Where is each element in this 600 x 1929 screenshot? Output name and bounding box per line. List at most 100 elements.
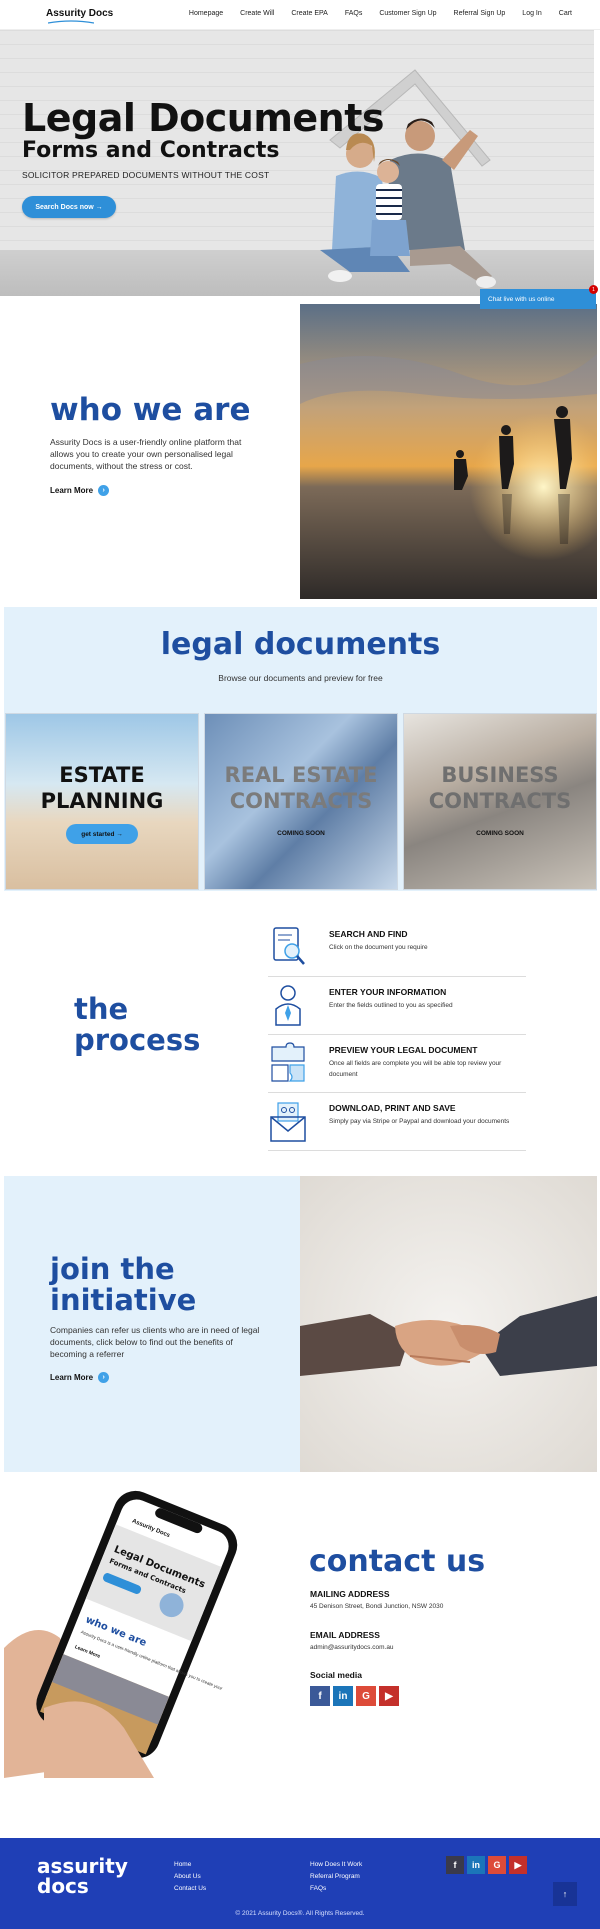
card-title-line: REAL ESTATE xyxy=(224,763,378,787)
footer-link-referral[interactable]: Referral Program xyxy=(310,1873,362,1880)
back-to-top-button[interactable]: ↑ xyxy=(553,1882,577,1906)
footer-link-about[interactable]: About Us xyxy=(174,1873,206,1880)
legal-documents-section: legal documents Browse our documents and… xyxy=(4,607,597,891)
get-started-button[interactable]: get started → xyxy=(66,824,138,844)
step-heading: PREVIEW YOUR LEGAL DOCUMENT xyxy=(329,1045,478,1055)
process-step-search: SEARCH AND FIND Click on the document yo… xyxy=(268,919,526,977)
nav-log-in[interactable]: Log In xyxy=(522,10,541,17)
step-text: Click on the document you require xyxy=(329,944,428,951)
linkedin-icon[interactable]: in xyxy=(333,1686,353,1706)
social-media-heading: Social media xyxy=(310,1670,362,1680)
join-heading: join the initiative xyxy=(50,1254,196,1316)
site-header: Assurity Docs Homepage Create Will Creat… xyxy=(0,0,600,30)
nav-homepage[interactable]: Homepage xyxy=(189,10,223,17)
facebook-icon[interactable]: f xyxy=(446,1856,464,1874)
footer-link-contact[interactable]: Contact Us xyxy=(174,1885,206,1892)
join-text: Companies can refer us clients who are i… xyxy=(50,1325,260,1359)
step-text: Simply pay via Stripe or Paypal and down… xyxy=(329,1118,510,1125)
card-title: BUSINESS CONTRACTS xyxy=(404,762,596,814)
process-heading-line: the xyxy=(74,992,129,1026)
process-heading: the process xyxy=(74,994,200,1056)
card-title-line: ESTATE xyxy=(59,763,145,787)
contact-social-links: f in G ▶ xyxy=(310,1686,399,1706)
step-heading: ENTER YOUR INFORMATION xyxy=(329,987,447,997)
card-estate-planning[interactable]: ESTATE PLANNING get started → xyxy=(5,713,199,890)
logo-swoosh-icon xyxy=(48,20,94,24)
join-learn-more-link[interactable]: Learn More › xyxy=(50,1372,110,1383)
footer-link-how-it-works[interactable]: How Does It Work xyxy=(310,1861,362,1868)
step-heading: SEARCH AND FIND xyxy=(329,929,408,939)
google-icon[interactable]: G xyxy=(488,1856,506,1874)
main-nav: Homepage Create Will Create EPA FAQs Cus… xyxy=(172,10,572,17)
hero-banner: Legal Documents Forms and Contracts SOLI… xyxy=(0,30,594,296)
linkedin-icon[interactable]: in xyxy=(467,1856,485,1874)
mailing-address-value: 45 Denison Street, Bondi Junction, NSW 2… xyxy=(310,1603,444,1610)
step-text: Once all fields are complete you will be… xyxy=(329,1060,502,1078)
envelope-icon xyxy=(270,1102,306,1142)
search-docs-button[interactable]: Search Docs now → xyxy=(22,196,116,218)
nav-cart[interactable]: Cart xyxy=(559,10,572,17)
learn-more-label: Learn More xyxy=(50,486,94,495)
youtube-icon[interactable]: ▶ xyxy=(509,1856,527,1874)
process-step-preview: PREVIEW YOUR LEGAL DOCUMENT Once all fie… xyxy=(268,1035,526,1093)
who-we-are-heading: who we are xyxy=(50,392,251,428)
email-address-value[interactable]: admin@assuritydocs.com.au xyxy=(310,1644,394,1651)
footer-social-links: f in G ▶ xyxy=(446,1856,527,1874)
hero-subtitle: Forms and Contracts xyxy=(22,138,280,163)
legal-documents-subtitle: Browse our documents and preview for fre… xyxy=(218,673,383,683)
join-initiative-section: join the initiative Companies can refer … xyxy=(4,1176,300,1472)
process-heading-line: process xyxy=(74,1023,201,1057)
phone-mockup-image: Assurity Docs Legal Documents Forms and … xyxy=(4,1490,238,1778)
site-logo[interactable]: Assurity Docs xyxy=(46,8,113,19)
process-step-enter: ENTER YOUR INFORMATION Enter the fields … xyxy=(268,977,526,1035)
handshake-photo xyxy=(300,1176,597,1472)
nav-referral-sign-up[interactable]: Referral Sign Up xyxy=(454,10,506,17)
card-title-line: PLANNING xyxy=(40,789,164,813)
footer-link-home[interactable]: Home xyxy=(174,1861,206,1868)
footer-logo[interactable]: assurity docs xyxy=(37,1856,128,1896)
card-title-line: CONTRACTS xyxy=(229,789,373,813)
card-title-line: BUSINESS xyxy=(441,763,559,787)
contact-heading: contact us xyxy=(309,1544,486,1579)
join-heading-line: initiative xyxy=(50,1283,197,1317)
nav-faqs[interactable]: FAQs xyxy=(345,10,363,17)
mailing-address-heading: MAILING ADDRESS xyxy=(310,1589,390,1599)
coming-soon-label: COMING SOON xyxy=(476,830,524,837)
search-document-icon xyxy=(273,927,305,965)
footer-link-faqs[interactable]: FAQs xyxy=(310,1885,362,1892)
nav-create-epa[interactable]: Create EPA xyxy=(291,10,327,17)
footer-logo-line: assurity xyxy=(37,1854,128,1878)
learn-more-label: Learn More xyxy=(50,1373,94,1382)
process-step-download: DOWNLOAD, PRINT AND SAVE Simply pay via … xyxy=(268,1093,526,1151)
who-learn-more-link[interactable]: Learn More › xyxy=(50,485,110,496)
card-real-estate-contracts[interactable]: REAL ESTATE CONTRACTS COMING SOON xyxy=(204,713,398,890)
nav-create-will[interactable]: Create Will xyxy=(240,10,274,17)
footer-links-col-2: How Does It Work Referral Program FAQs xyxy=(310,1861,362,1892)
card-title-line: CONTRACTS xyxy=(428,789,572,813)
google-icon[interactable]: G xyxy=(356,1686,376,1706)
who-we-are-text: Assurity Docs is a user-friendly online … xyxy=(50,437,242,471)
nav-customer-sign-up[interactable]: Customer Sign Up xyxy=(379,10,436,17)
coming-soon-label: COMING SOON xyxy=(277,830,325,837)
arrow-right-icon: › xyxy=(98,485,110,496)
site-footer: assurity docs Home About Us Contact Us H… xyxy=(0,1838,600,1929)
arrow-right-icon: › xyxy=(98,1372,110,1383)
chat-notification-badge: 1 xyxy=(589,285,598,294)
family-photo xyxy=(320,69,496,288)
facebook-icon[interactable]: f xyxy=(310,1686,330,1706)
person-icon xyxy=(275,985,301,1026)
card-business-contracts[interactable]: BUSINESS CONTRACTS COMING SOON xyxy=(403,713,597,890)
hero-title: Legal Documents xyxy=(22,96,385,140)
footer-links-col-1: Home About Us Contact Us xyxy=(174,1861,206,1892)
youtube-icon[interactable]: ▶ xyxy=(379,1686,399,1706)
page: Assurity Docs Homepage Create Will Creat… xyxy=(0,0,600,1929)
footer-logo-line: docs xyxy=(37,1874,89,1898)
hero-tagline: SOLICITOR PREPARED DOCUMENTS WITHOUT THE… xyxy=(22,170,270,180)
card-title: REAL ESTATE CONTRACTS xyxy=(205,762,397,814)
live-chat-tab[interactable]: Chat live with us online xyxy=(480,289,596,309)
beach-sunset-photo xyxy=(300,304,597,599)
puzzle-icon xyxy=(271,1042,305,1082)
copyright-text: © 2021 Assurity Docs®. All Rights Reserv… xyxy=(235,1910,365,1917)
step-heading: DOWNLOAD, PRINT AND SAVE xyxy=(329,1103,456,1113)
card-title: ESTATE PLANNING xyxy=(6,762,198,814)
